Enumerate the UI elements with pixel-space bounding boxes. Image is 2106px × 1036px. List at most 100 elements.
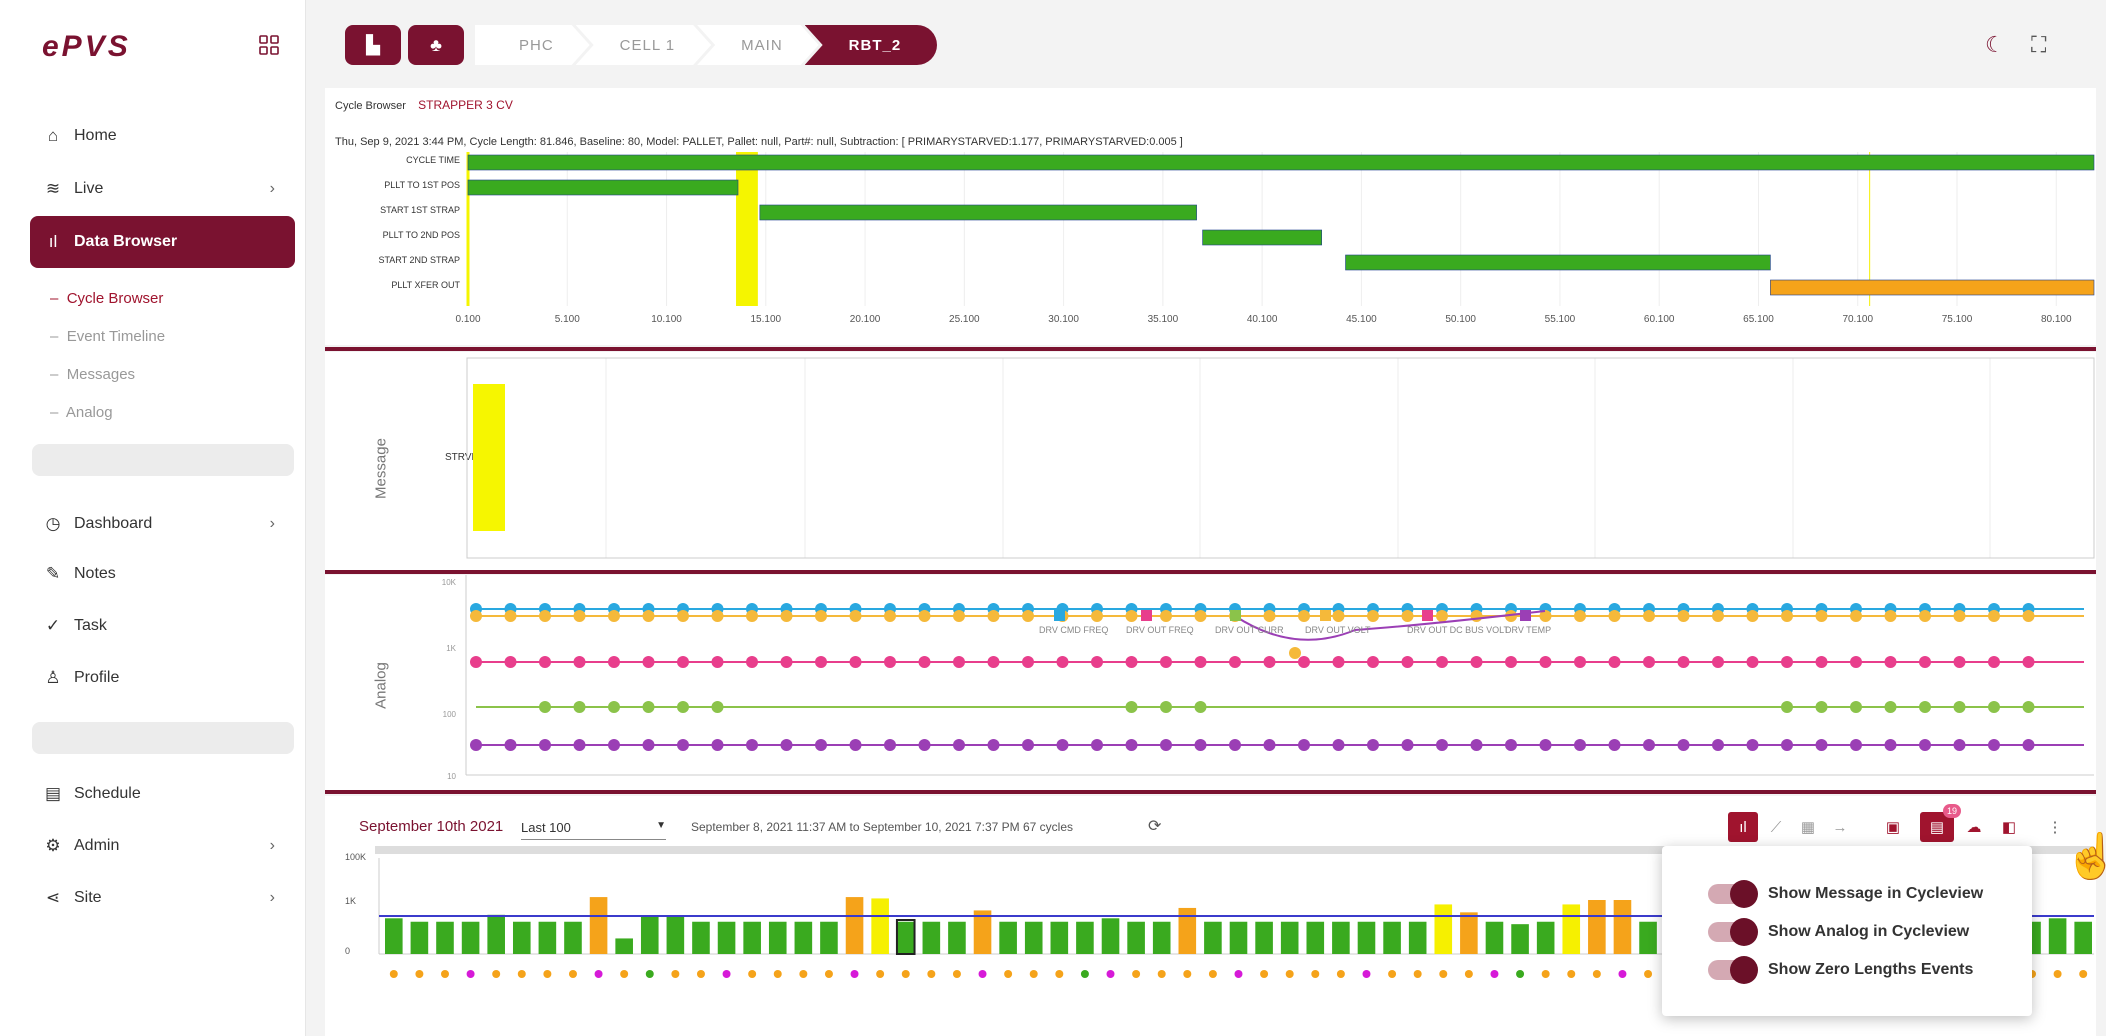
x-tick-label: 5.100 bbox=[555, 314, 580, 325]
cycle-dot bbox=[773, 970, 782, 978]
series-point bbox=[1781, 701, 1793, 713]
table-view-button[interactable]: ▦ bbox=[1794, 812, 1822, 842]
series-point bbox=[642, 739, 655, 751]
row-label: PLLT TO 2ND POS bbox=[383, 230, 460, 240]
row-label: PLLT TO 1ST POS bbox=[384, 180, 460, 190]
series-point bbox=[1953, 739, 1966, 751]
series-point bbox=[470, 739, 482, 751]
x-tick-label: 40.100 bbox=[1247, 314, 1278, 325]
cycle-dot bbox=[824, 970, 833, 978]
series-point bbox=[1953, 656, 1966, 668]
cycle-browser-panel: Cycle Browser STRAPPER 3 CV Thu, Sep 9, … bbox=[325, 88, 2096, 345]
hierarchy-button[interactable]: ♣ bbox=[408, 25, 464, 65]
series-point bbox=[987, 656, 1000, 668]
sidebar-subitem-cycle-browser[interactable]: – Cycle Browser bbox=[50, 290, 163, 307]
gantt-bar bbox=[1202, 229, 1322, 246]
sidebar-subitem-event-timeline[interactable]: – Event Timeline bbox=[50, 328, 165, 345]
panel-divider[interactable] bbox=[325, 790, 2096, 794]
series-label: DRV TEMP bbox=[1505, 625, 1551, 635]
series-point bbox=[470, 610, 482, 622]
series-point bbox=[1953, 610, 1966, 622]
cycle-dot bbox=[2053, 970, 2062, 978]
option-show-message[interactable]: Show Message in Cycleview bbox=[1708, 880, 1984, 908]
sidebar-item-admin[interactable]: ⚙ Admin › bbox=[30, 822, 295, 870]
cycle-dot bbox=[696, 970, 705, 978]
sidebar-item-site[interactable]: ⋖ Site › bbox=[30, 874, 295, 922]
series-point bbox=[1091, 739, 1103, 751]
cycle-dot bbox=[620, 970, 629, 978]
series-point bbox=[1263, 739, 1276, 751]
sidebar-item-task[interactable]: ✓ Task bbox=[30, 602, 295, 650]
apps-grid-icon[interactable] bbox=[258, 34, 280, 56]
series-point bbox=[573, 656, 586, 668]
cycle-info: Thu, Sep 9, 2021 3:44 PM, Cycle Length: … bbox=[335, 136, 1183, 148]
export-icon: ◧ bbox=[2001, 819, 2017, 836]
sidebar-item-home[interactable]: ⌂ Home bbox=[30, 112, 295, 160]
series-point bbox=[1332, 610, 1345, 622]
cycle-dot bbox=[748, 970, 757, 978]
timeline-view-button[interactable]: → bbox=[1826, 812, 1854, 842]
sidebar-item-schedule[interactable]: ▤ Schedule bbox=[30, 770, 295, 818]
series-point bbox=[1919, 701, 1931, 713]
breadcrumb-item[interactable]: MAIN bbox=[697, 25, 819, 65]
sidebar-item-dashboard[interactable]: ◷ Dashboard › bbox=[30, 500, 295, 548]
breadcrumb-item[interactable]: CELL 1 bbox=[576, 25, 711, 65]
panel-divider[interactable] bbox=[325, 347, 2096, 351]
cycle-dot bbox=[1132, 970, 1141, 978]
series-point bbox=[849, 656, 862, 668]
series-point bbox=[677, 610, 689, 622]
sidebar-item-data-browser[interactable]: ıl Data Browser bbox=[30, 216, 295, 268]
cycle-dot bbox=[1541, 970, 1550, 978]
message-chart bbox=[466, 357, 2095, 559]
series-point bbox=[815, 610, 827, 622]
cycle-bar bbox=[1255, 921, 1273, 954]
cycle-dot bbox=[1490, 970, 1499, 978]
sidebar-subitem-analog[interactable]: – Analog bbox=[50, 404, 113, 421]
sidebar-item-profile[interactable]: ♙ Profile bbox=[30, 654, 295, 702]
range-select[interactable]: Last 100 ▼ bbox=[521, 820, 666, 840]
cycle-bar bbox=[1357, 921, 1376, 954]
cycle-dot bbox=[440, 970, 449, 978]
cycle-bar bbox=[538, 921, 557, 954]
fullscreen-icon[interactable]: ⛶ bbox=[2031, 32, 2046, 58]
series-point bbox=[1953, 701, 1966, 713]
factory-button[interactable]: ▙ bbox=[345, 25, 401, 65]
refresh-icon[interactable]: ⟳ bbox=[1148, 816, 1161, 836]
export-button[interactable]: ◧ bbox=[1995, 812, 2023, 842]
cycle-dot bbox=[594, 970, 603, 978]
series-point bbox=[539, 739, 551, 751]
option-label: Show Message in Cycleview bbox=[1768, 885, 1984, 902]
series-point bbox=[1022, 656, 1034, 668]
series-point bbox=[1919, 656, 1931, 668]
series-point bbox=[884, 610, 896, 622]
sidebar-item-notes[interactable]: ✎ Notes bbox=[30, 550, 295, 598]
series-point bbox=[711, 610, 724, 622]
breadcrumb-item-active[interactable]: RBT_2 bbox=[804, 25, 938, 65]
panel-divider[interactable] bbox=[325, 570, 2096, 574]
sidebar-subitem-messages[interactable]: – Messages bbox=[50, 366, 135, 383]
task-icon: ✓ bbox=[45, 616, 61, 635]
series-point bbox=[504, 739, 517, 751]
cycle-bar bbox=[1408, 921, 1427, 954]
cycle-bar bbox=[1536, 921, 1555, 954]
breadcrumb-item[interactable]: PHC bbox=[475, 25, 590, 65]
moon-icon[interactable]: ☾ bbox=[1985, 32, 2005, 58]
option-show-zero-length[interactable]: Show Zero Lengths Events bbox=[1708, 956, 1973, 984]
cycle-dot bbox=[2079, 970, 2088, 978]
more-menu-button[interactable]: ⋮ bbox=[2045, 812, 2065, 842]
toggle-switch[interactable] bbox=[1708, 880, 1758, 908]
bar-view-button[interactable]: ıl bbox=[1728, 812, 1758, 842]
cycle-bar bbox=[922, 921, 941, 954]
cycle-bar bbox=[1485, 921, 1504, 954]
cycle-bar bbox=[1562, 904, 1581, 954]
option-show-analog[interactable]: Show Analog in Cycleview bbox=[1708, 918, 1969, 946]
sidebar-item-live[interactable]: ≋ Live › bbox=[30, 165, 295, 213]
cycle-dot bbox=[1183, 970, 1192, 978]
line-view-button[interactable]: ⟋ bbox=[1762, 812, 1790, 842]
toggle-switch[interactable] bbox=[1708, 956, 1758, 984]
toggle-switch[interactable] bbox=[1708, 918, 1758, 946]
cloud-upload-button[interactable]: ☁ bbox=[1960, 812, 1988, 842]
breadcrumb: PHC CELL 1 MAIN RBT_2 bbox=[475, 25, 938, 65]
series-point bbox=[1436, 656, 1448, 668]
note-button[interactable]: ▣ bbox=[1879, 812, 1907, 842]
